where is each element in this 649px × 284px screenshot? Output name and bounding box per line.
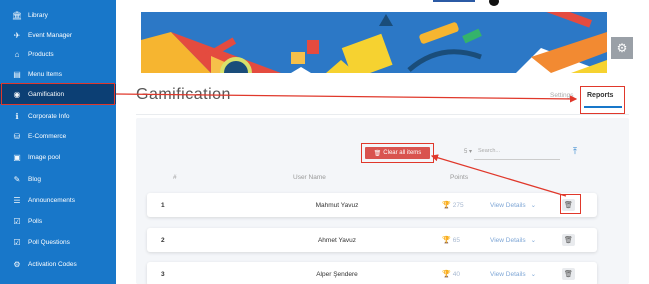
arrow-gamification-to-reports bbox=[115, 93, 578, 103]
annotation-arrows bbox=[115, 93, 578, 197]
arrow-delete-to-clear-all bbox=[430, 154, 567, 197]
